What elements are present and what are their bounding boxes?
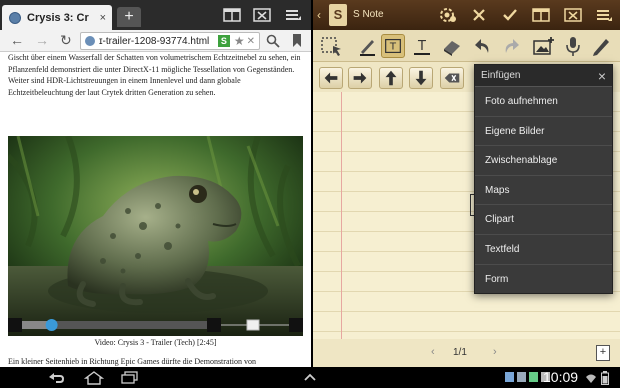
next-page-icon[interactable]: › [493, 346, 497, 358]
menu-item-foto-aufnehmen[interactable]: Foto aufnehmen [475, 87, 612, 117]
video-seek-bar[interactable] [8, 318, 303, 332]
add-page-button[interactable]: + [596, 345, 610, 361]
browser-pane: Crysis 3: Cr × + ← → ↻ ɪ-trailer-1208-93… [0, 0, 311, 367]
browser-navigation-bar: ← → ↻ ɪ-trailer-1208-93774.html S ★ ✕ [0, 30, 311, 52]
url-field[interactable]: ɪ-trailer-1208-93774.html S ★ ✕ [80, 32, 260, 50]
notification-icon [517, 372, 526, 382]
arrow-right-icon[interactable] [348, 67, 372, 89]
site-favicon-icon [85, 36, 95, 46]
insert-menu-title: Einfügen [481, 70, 521, 81]
close-window-icon[interactable] [253, 7, 271, 23]
arrow-up-icon[interactable] [379, 67, 403, 89]
new-tab-button[interactable]: + [117, 7, 141, 27]
clear-url-icon[interactable]: ✕ [247, 36, 255, 47]
menu-item-maps[interactable]: Maps [475, 176, 612, 206]
cancel-icon[interactable] [470, 6, 488, 24]
frog-video-image [8, 136, 303, 336]
save-check-icon[interactable] [501, 6, 519, 24]
backspace-icon[interactable] [440, 67, 464, 89]
chevron-up-icon[interactable] [300, 370, 320, 385]
system-navigation-bar: 10:09 [0, 367, 620, 388]
close-window-icon[interactable] [564, 6, 582, 24]
article-text-bottom: Ein kleiner Seitenhieb in Richtung Epic … [8, 357, 256, 366]
select-tool-icon[interactable] [320, 34, 344, 58]
menu-item-clipart[interactable]: Clipart [475, 205, 612, 235]
url-text: ɪ-trailer-1208-93774.html [99, 35, 210, 47]
menu-icon[interactable] [284, 7, 302, 23]
notification-icon [505, 372, 514, 382]
clock[interactable]: 10:09 [543, 369, 578, 385]
tab-close-button[interactable]: × [100, 12, 106, 24]
security-badge-icon[interactable]: S [217, 35, 230, 47]
split-view-icon[interactable] [532, 6, 550, 24]
battery-icon [601, 371, 609, 385]
recent-apps-icon[interactable] [120, 370, 140, 385]
back-arrow-icon[interactable]: ← [10, 32, 24, 48]
arrow-left-icon[interactable] [319, 67, 343, 89]
wifi-icon [586, 374, 596, 383]
snote-title-bar: ‹ S S Note [313, 0, 620, 30]
microphone-icon[interactable] [561, 34, 585, 58]
paper-margin-line [341, 92, 342, 339]
menu-item-zwischenablage[interactable]: Zwischenablage [475, 146, 612, 176]
page-navigation: ‹ 1/1 › + [313, 339, 620, 367]
browser-tab-active[interactable]: Crysis 3: Cr × [2, 5, 112, 30]
snote-toolbar: T T [313, 30, 620, 62]
insert-menu: Einfügen × Foto aufnehmen Eigene Bilder … [474, 64, 613, 294]
bookmarks-icon[interactable] [291, 33, 303, 48]
split-view-icon[interactable] [223, 7, 241, 23]
svg-text:T: T [417, 39, 426, 54]
insert-menu-list: Foto aufnehmen Eigene Bilder Zwischenabl… [475, 87, 612, 294]
insert-image-icon[interactable] [532, 34, 556, 58]
menu-icon[interactable] [595, 6, 613, 24]
menu-item-textfeld[interactable]: Textfeld [475, 235, 612, 265]
bookmark-star-icon[interactable]: ★ [234, 34, 245, 48]
menu-item-form[interactable]: Form [475, 265, 612, 295]
undo-icon[interactable] [471, 34, 495, 58]
insert-menu-header: Einfügen × [475, 65, 612, 87]
home-icon[interactable] [84, 370, 104, 385]
tab-title: Crysis 3: Cr [27, 11, 89, 24]
settings-gear-icon[interactable] [439, 6, 457, 24]
reload-icon[interactable]: ↻ [60, 32, 72, 49]
redo-icon[interactable] [499, 34, 523, 58]
pen-tool-icon[interactable] [356, 34, 380, 58]
browser-tab-bar: Crysis 3: Cr × + [0, 0, 311, 30]
back-icon[interactable] [46, 370, 66, 385]
video-frame[interactable] [8, 136, 303, 336]
video-controls [8, 318, 303, 332]
eraser-tool-icon[interactable] [440, 34, 464, 58]
back-chevron-icon[interactable]: ‹ [317, 8, 321, 22]
search-icon[interactable] [266, 34, 280, 48]
page-indicator: 1/1 [453, 347, 467, 358]
app-title: S Note [353, 9, 384, 20]
svg-text:T: T [389, 42, 397, 53]
forward-arrow-icon[interactable]: → [35, 32, 49, 48]
arrow-down-icon[interactable] [409, 67, 433, 89]
text-box-tool-icon[interactable]: T [381, 34, 405, 58]
menu-item-eigene-bilder[interactable]: Eigene Bilder [475, 117, 612, 147]
snote-app-icon[interactable]: S [329, 4, 347, 26]
text-tool-icon[interactable]: T [410, 34, 434, 58]
video-caption: Video: Crysis 3 - Trailer (Tech) [2:45] [94, 338, 217, 347]
pencil-icon[interactable] [589, 34, 613, 58]
article-paragraph: Gischt über einem Wasserfall der Schatte… [8, 53, 301, 97]
globe-icon [9, 11, 21, 24]
close-menu-button[interactable]: × [598, 69, 606, 83]
article-text-top: Gischt über einem Wasserfall der Schatte… [8, 52, 303, 98]
notification-icon [529, 372, 538, 382]
previous-page-icon[interactable]: ‹ [431, 346, 435, 358]
